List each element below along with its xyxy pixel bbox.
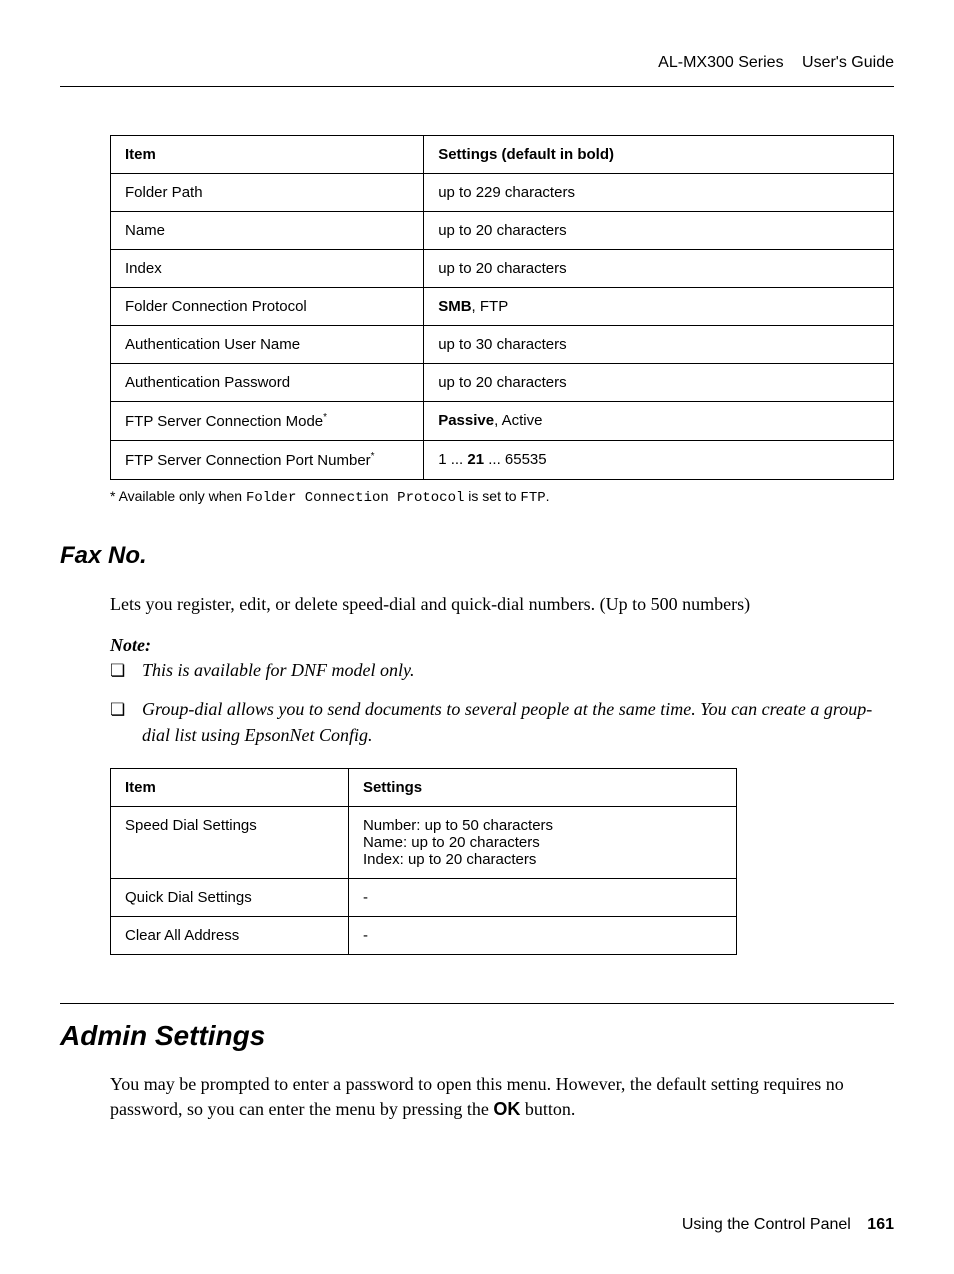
cell-settings: SMB, FTP — [424, 288, 894, 326]
table-row: Name up to 20 characters — [111, 212, 894, 250]
section-title-admin: Admin Settings — [60, 1003, 894, 1052]
footnote-mono: FTP — [520, 490, 545, 506]
note-list: This is available for DNF model only. Gr… — [110, 658, 894, 748]
rest-value: , FTP — [472, 298, 509, 315]
admin-body-text: You may be prompted to enter a password … — [110, 1072, 894, 1122]
cell-item: Authentication User Name — [111, 326, 424, 364]
cell-item: FTP Server Connection Port Number* — [111, 441, 424, 480]
table-footnote: * Available only when Folder Connection … — [110, 488, 894, 506]
bold-value: Passive — [438, 412, 494, 429]
item-text: FTP Server Connection Mode — [125, 413, 323, 430]
table-row: Index up to 20 characters — [111, 250, 894, 288]
cell-settings: up to 20 characters — [424, 250, 894, 288]
col-header-settings: Settings (default in bold) — [424, 136, 894, 174]
col-header-item: Item — [111, 136, 424, 174]
cell-settings: up to 20 characters — [424, 212, 894, 250]
cell-item: Speed Dial Settings — [111, 806, 349, 878]
rest-value: ... 65535 — [484, 451, 547, 468]
footnote-mono: Folder Connection Protocol — [246, 490, 464, 506]
page-footer: Using the Control Panel 161 — [682, 1216, 894, 1234]
table-row: Clear All Address - — [111, 916, 737, 954]
table-row: Speed Dial Settings Number: up to 50 cha… — [111, 806, 737, 878]
table-header-row: Item Settings (default in bold) — [111, 136, 894, 174]
cell-settings: 1 ... 21 ... 65535 — [424, 441, 894, 480]
page-number: 161 — [867, 1216, 894, 1233]
table-row: Authentication Password up to 20 charact… — [111, 364, 894, 402]
pre-value: 1 ... — [438, 451, 467, 468]
note-label: Note: — [110, 635, 894, 656]
footnote-marker: * — [323, 412, 327, 423]
table-row: Folder Connection Protocol SMB, FTP — [111, 288, 894, 326]
col-header-settings: Settings — [348, 768, 736, 806]
cell-item: Folder Path — [111, 174, 424, 212]
cell-item: Index — [111, 250, 424, 288]
footnote-marker: * — [371, 451, 375, 462]
bold-value: 21 — [467, 451, 484, 468]
cell-item: Name — [111, 212, 424, 250]
cell-settings: - — [348, 878, 736, 916]
note-item: Group-dial allows you to send documents … — [110, 697, 894, 747]
section-title-fax: Fax No. — [60, 542, 894, 570]
col-header-item: Item — [111, 768, 349, 806]
footnote-mid: is set to — [464, 488, 520, 504]
cell-item: Quick Dial Settings — [111, 878, 349, 916]
table-row: FTP Server Connection Port Number* 1 ...… — [111, 441, 894, 480]
admin-body-pre: You may be prompted to enter a password … — [110, 1074, 844, 1119]
footnote-suffix: . — [546, 488, 550, 504]
cell-item: Clear All Address — [111, 916, 349, 954]
cell-settings: Passive, Active — [424, 402, 894, 441]
admin-body-post: button. — [520, 1099, 575, 1119]
cell-settings: up to 20 characters — [424, 364, 894, 402]
item-text: FTP Server Connection Port Number — [125, 452, 371, 469]
table-row: Authentication User Name up to 30 charac… — [111, 326, 894, 364]
cell-settings: up to 229 characters — [424, 174, 894, 212]
cell-item: FTP Server Connection Mode* — [111, 402, 424, 441]
table-row: Quick Dial Settings - — [111, 878, 737, 916]
fax-body-text: Lets you register, edit, or delete speed… — [110, 592, 894, 617]
footer-chapter: Using the Control Panel — [682, 1216, 851, 1233]
guide-title: User's Guide — [802, 54, 894, 71]
cell-item: Folder Connection Protocol — [111, 288, 424, 326]
product-series: AL-MX300 Series — [658, 54, 783, 71]
bold-value: SMB — [438, 298, 471, 315]
cell-settings: up to 30 characters — [424, 326, 894, 364]
page-content: Item Settings (default in bold) Folder P… — [60, 135, 894, 1122]
table-row: FTP Server Connection Mode* Passive, Act… — [111, 402, 894, 441]
table-row: Folder Path up to 229 characters — [111, 174, 894, 212]
cell-item: Authentication Password — [111, 364, 424, 402]
note-item: This is available for DNF model only. — [110, 658, 894, 683]
page-header: AL-MX300 Series User's Guide — [60, 54, 894, 87]
table-header-row: Item Settings — [111, 768, 737, 806]
footnote-prefix: * Available only when — [110, 488, 246, 504]
cell-settings: Number: up to 50 characters Name: up to … — [348, 806, 736, 878]
cell-settings: - — [348, 916, 736, 954]
rest-value: , Active — [494, 412, 542, 429]
settings-table-1: Item Settings (default in bold) Folder P… — [110, 135, 894, 480]
admin-body-bold: OK — [493, 1099, 520, 1119]
settings-table-2: Item Settings Speed Dial Settings Number… — [110, 768, 737, 955]
